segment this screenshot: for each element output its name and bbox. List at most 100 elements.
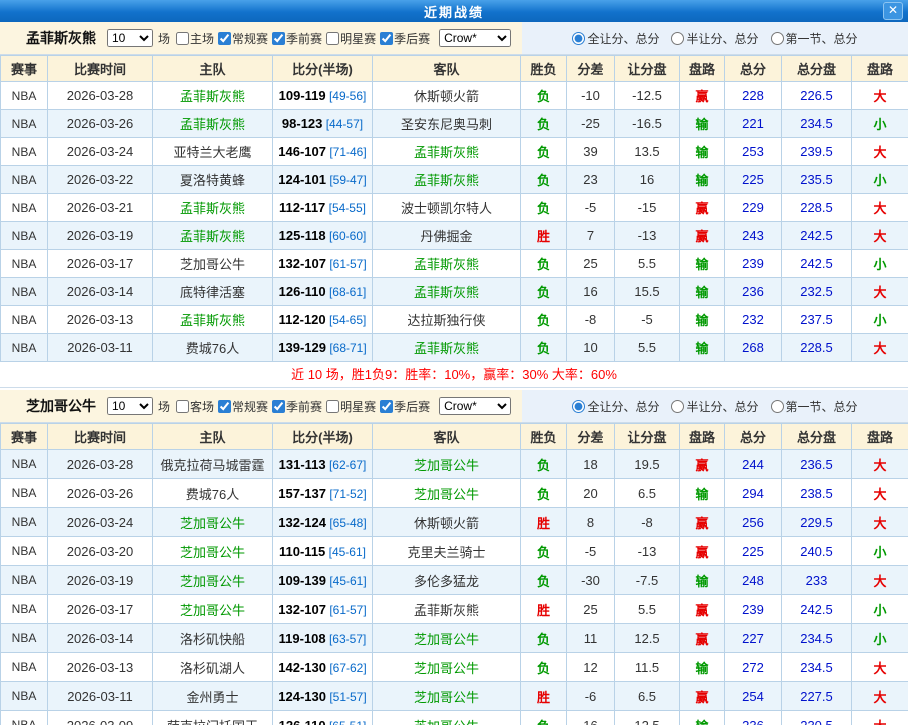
cell-total-points: 225 bbox=[725, 166, 782, 194]
cell-home-team: 孟菲斯灰熊 bbox=[153, 194, 273, 222]
cell-away-team: 克里夫兰骑士 bbox=[373, 537, 521, 566]
cell-over-under: 大 bbox=[852, 278, 908, 306]
cell-league: NBA bbox=[1, 166, 48, 194]
cell-result: 负 bbox=[521, 711, 567, 725]
filter-checkbox-all-star[interactable] bbox=[326, 32, 339, 45]
close-icon[interactable]: ✕ bbox=[883, 2, 903, 20]
radio-first-quarter-total[interactable] bbox=[771, 400, 784, 413]
filter-option-regular-season[interactable]: 常规赛 bbox=[218, 30, 268, 47]
filter-label: 季前赛 bbox=[286, 30, 322, 47]
full-score: 126-110 bbox=[279, 284, 326, 299]
games-count-select[interactable]: 10 bbox=[107, 29, 153, 47]
cell-league: NBA bbox=[1, 624, 48, 653]
radio-option-first-quarter-total[interactable]: 第一节、总分 bbox=[771, 398, 858, 415]
odds-company-select[interactable]: Crow* bbox=[439, 29, 511, 47]
filter-option-playoffs[interactable]: 季后赛 bbox=[380, 30, 430, 47]
cell-over-under: 小 bbox=[852, 306, 908, 334]
filter-option-away-games[interactable]: 客场 bbox=[176, 398, 214, 415]
column-header: 主队 bbox=[153, 424, 273, 450]
cell-point-diff: 7 bbox=[567, 222, 615, 250]
cell-result: 负 bbox=[521, 138, 567, 166]
cell-league: NBA bbox=[1, 566, 48, 595]
cell-date: 2026-03-19 bbox=[48, 222, 153, 250]
game-row: NBA2026-03-24芝加哥公牛132-124 [65-48]休斯顿火箭胜8… bbox=[1, 508, 908, 537]
cell-away-team: 孟菲斯灰熊 bbox=[373, 250, 521, 278]
cell-home-team: 洛杉矶湖人 bbox=[153, 653, 273, 682]
filter-option-all-star[interactable]: 明星赛 bbox=[326, 30, 376, 47]
filter-checkbox-regular-season[interactable] bbox=[218, 32, 231, 45]
radio-label: 第一节、总分 bbox=[786, 30, 858, 47]
full-score: 132-107 bbox=[278, 602, 326, 617]
filter-option-playoffs[interactable]: 季后赛 bbox=[380, 398, 430, 415]
cell-handicap-result: 输 bbox=[680, 479, 725, 508]
cell-home-team: 洛杉矶快船 bbox=[153, 624, 273, 653]
filter-checkbox-regular-season[interactable] bbox=[218, 400, 231, 413]
column-header: 盘路 bbox=[680, 424, 725, 450]
odds-company-select[interactable]: Crow* bbox=[439, 397, 511, 415]
radio-option-first-quarter-total[interactable]: 第一节、总分 bbox=[771, 30, 858, 47]
cell-total-line: 242.5 bbox=[782, 222, 852, 250]
filter-option-preseason[interactable]: 季前赛 bbox=[272, 30, 322, 47]
radio-first-quarter-total[interactable] bbox=[771, 32, 784, 45]
cell-total-line: 228.5 bbox=[782, 194, 852, 222]
column-header: 总分 bbox=[725, 424, 782, 450]
filter-option-all-star[interactable]: 明星赛 bbox=[326, 398, 376, 415]
filter-checkbox-playoffs[interactable] bbox=[380, 400, 393, 413]
radio-full-handicap-total[interactable] bbox=[572, 400, 585, 413]
cell-away-team: 孟菲斯灰熊 bbox=[373, 334, 521, 362]
results-table: 赛事比赛时间主队比分(半场)客队胜负分差让分盘盘路总分总分盘盘路NBA2026-… bbox=[0, 423, 908, 725]
cell-away-team: 孟菲斯灰熊 bbox=[373, 138, 521, 166]
filter-checkbox-home-games[interactable] bbox=[176, 32, 189, 45]
cell-handicap-line: -7.5 bbox=[615, 566, 680, 595]
column-header: 赛事 bbox=[1, 56, 48, 82]
radio-half-handicap-total[interactable] bbox=[671, 32, 684, 45]
filter-checkbox-preseason[interactable] bbox=[272, 32, 285, 45]
cell-point-diff: -30 bbox=[567, 566, 615, 595]
cell-result: 胜 bbox=[521, 595, 567, 624]
cell-total-line: 229.5 bbox=[782, 508, 852, 537]
cell-home-team: 芝加哥公牛 bbox=[153, 537, 273, 566]
filter-option-home-games[interactable]: 主场 bbox=[176, 30, 214, 47]
cell-result: 负 bbox=[521, 250, 567, 278]
cell-handicap-result: 赢 bbox=[680, 194, 725, 222]
cell-total-points: 256 bbox=[725, 508, 782, 537]
cell-date: 2026-03-14 bbox=[48, 278, 153, 306]
cell-date: 2026-03-11 bbox=[48, 334, 153, 362]
full-score: 119-108 bbox=[279, 631, 326, 646]
half-score: [49-56] bbox=[326, 89, 367, 103]
radio-option-half-handicap-total[interactable]: 半让分、总分 bbox=[671, 30, 758, 47]
games-count-select[interactable]: 10 bbox=[107, 397, 153, 415]
filter-option-preseason[interactable]: 季前赛 bbox=[272, 398, 322, 415]
cell-league: NBA bbox=[1, 653, 48, 682]
cell-league: NBA bbox=[1, 194, 48, 222]
filter-checkbox-away-games[interactable] bbox=[176, 400, 189, 413]
full-score: 146-107 bbox=[278, 144, 326, 159]
column-header: 客队 bbox=[373, 56, 521, 82]
cell-handicap-line: -12.5 bbox=[615, 82, 680, 110]
column-header: 让分盘 bbox=[615, 56, 680, 82]
radio-half-handicap-total[interactable] bbox=[671, 400, 684, 413]
filter-checkbox-playoffs[interactable] bbox=[380, 32, 393, 45]
cell-handicap-result: 赢 bbox=[680, 624, 725, 653]
half-score: [44-57] bbox=[322, 117, 363, 131]
radio-full-handicap-total[interactable] bbox=[572, 32, 585, 45]
cell-score: 146-107 [71-46] bbox=[273, 138, 373, 166]
cell-score: 126-110 [68-61] bbox=[273, 278, 373, 306]
cell-total-points: 232 bbox=[725, 306, 782, 334]
cell-point-diff: 20 bbox=[567, 479, 615, 508]
filter-checkbox-all-star[interactable] bbox=[326, 400, 339, 413]
filter-option-regular-season[interactable]: 常规赛 bbox=[218, 398, 268, 415]
cell-handicap-result: 输 bbox=[680, 250, 725, 278]
cell-away-team: 波士顿凯尔特人 bbox=[373, 194, 521, 222]
cell-handicap-line: 12.5 bbox=[615, 711, 680, 725]
cell-handicap-line: -5 bbox=[615, 306, 680, 334]
filter-checkbox-preseason[interactable] bbox=[272, 400, 285, 413]
radio-option-full-handicap-total[interactable]: 全让分、总分 bbox=[572, 30, 659, 47]
radio-option-half-handicap-total[interactable]: 半让分、总分 bbox=[671, 398, 758, 415]
radio-option-full-handicap-total[interactable]: 全让分、总分 bbox=[572, 398, 659, 415]
half-score: [60-60] bbox=[326, 229, 367, 243]
cell-total-points: 254 bbox=[725, 682, 782, 711]
filter-bar: 孟菲斯灰熊10场主场常规赛季前赛明星赛季后赛Crow*全让分、总分半让分、总分第… bbox=[0, 22, 908, 55]
column-header: 让分盘 bbox=[615, 424, 680, 450]
game-row: NBA2026-03-14底特律活塞126-110 [68-61]孟菲斯灰熊负1… bbox=[1, 278, 908, 306]
